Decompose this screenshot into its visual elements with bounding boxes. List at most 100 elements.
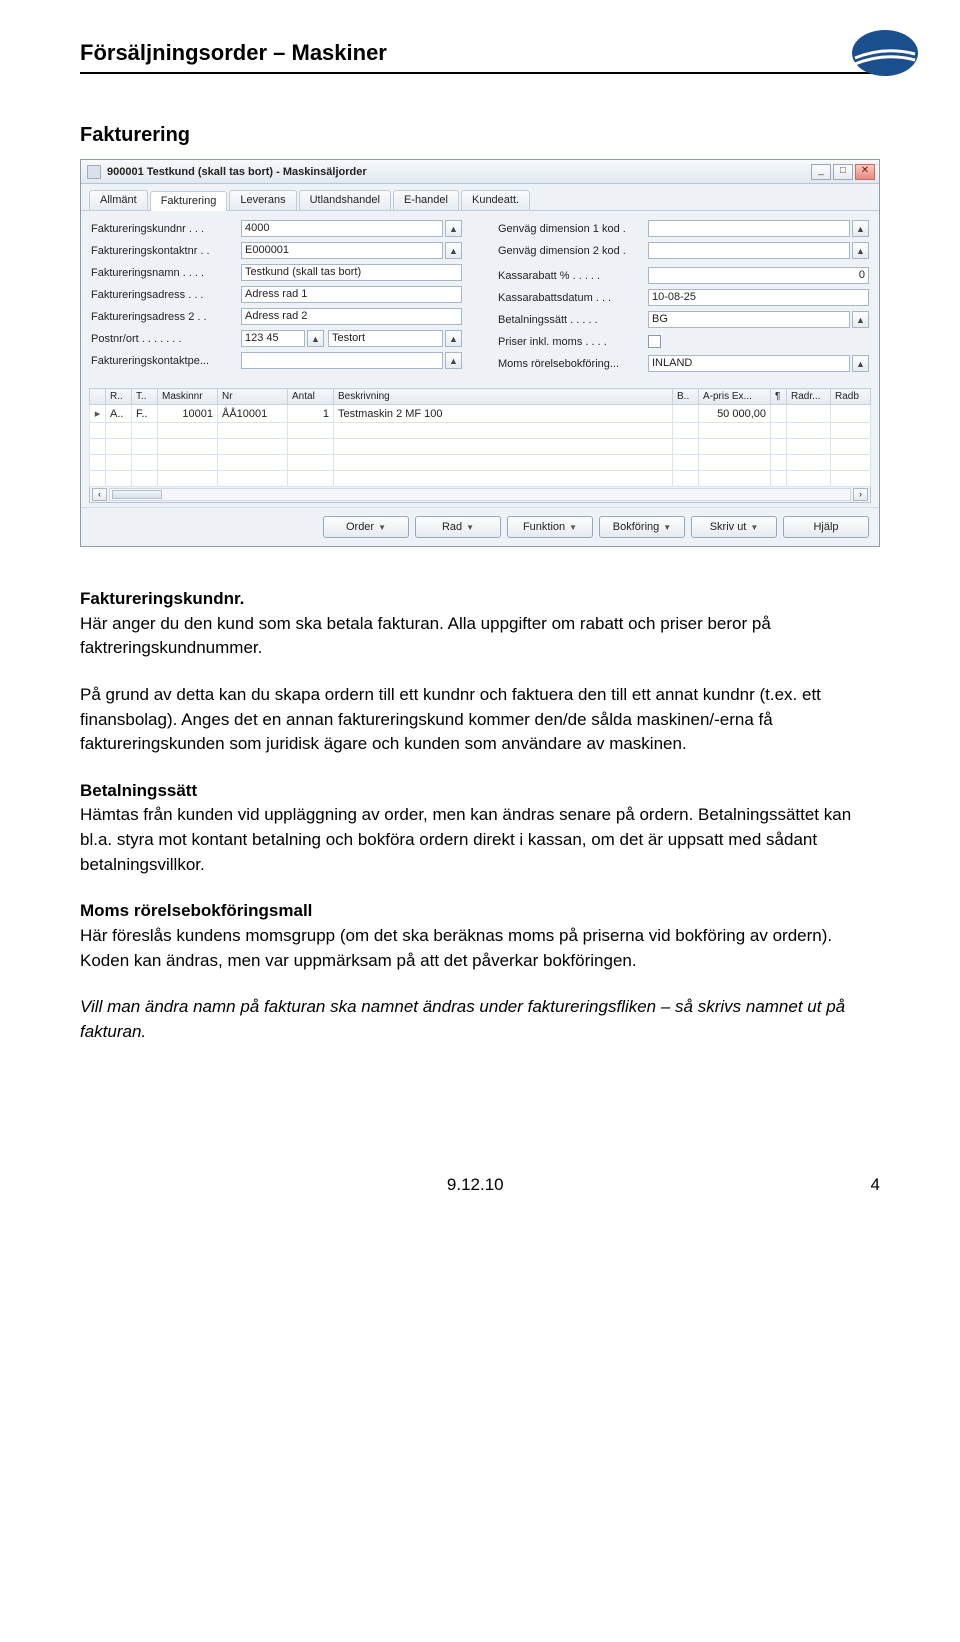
para-body: Hämtas från kunden vid uppläggning av or… [80,805,851,873]
grid-header[interactable]: Radb [831,389,871,405]
cell-beskrivning[interactable]: Testmaskin 2 MF 100 [334,405,673,423]
input-betalningssatt[interactable]: BG [648,311,850,328]
hjalp-button[interactable]: Hjälp [783,516,869,538]
close-button[interactable]: ✕ [855,164,875,180]
tab-fakturering[interactable]: Fakturering [150,191,228,211]
grid-header[interactable]: Radr... [787,389,831,405]
input-faktureringskontaktnr[interactable]: E000001 [241,242,443,259]
button-bar: Order▼ Rad▼ Funktion▼ Bokföring▼ Skriv u… [81,507,879,546]
lookup-button[interactable]: ▲ [852,355,869,372]
lookup-button[interactable]: ▲ [307,330,324,347]
grid-header[interactable]: Nr [218,389,288,405]
cell-b[interactable] [673,405,699,423]
paragraph: Vill man ändra namn på fakturan ska namn… [80,995,880,1044]
label-faktureringsadress: Faktureringsadress . . . [91,289,241,301]
input-dim2[interactable] [648,242,850,259]
para-title-betalningssatt: Betalningssätt [80,779,880,804]
grid-header[interactable]: B.. [673,389,699,405]
input-ort[interactable]: Testort [328,330,443,347]
input-kassarabatt[interactable]: 0 [648,267,869,284]
cell-antal[interactable]: 1 [288,405,334,423]
grid-header[interactable]: Beskrivning [334,389,673,405]
paragraph: Betalningssätt Hämtas från kunden vid up… [80,779,880,878]
chevron-down-icon: ▼ [663,523,671,532]
lookup-button[interactable]: ▲ [445,242,462,259]
lookup-button[interactable]: ▲ [445,330,462,347]
paragraph: Faktureringskundnr. Här anger du den kun… [80,587,880,661]
table-row[interactable] [90,455,871,471]
tab-ehandel[interactable]: E-handel [393,190,459,210]
grid-header[interactable]: Antal [288,389,334,405]
label-faktureringsnamn: Faktureringsnamn . . . . [91,267,241,279]
lookup-button[interactable]: ▲ [852,220,869,237]
form-area: Faktureringskundnr . . . 4000 ▲ Fakturer… [81,211,879,384]
grid-header[interactable]: Maskinnr [158,389,218,405]
checkbox-priser-inkl-moms[interactable] [648,335,661,348]
input-moms-rorelsebokforing[interactable]: INLAND [648,355,850,372]
grid-header[interactable]: R.. [106,389,132,405]
minimize-button[interactable]: _ [811,164,831,180]
scroll-right-icon[interactable]: › [853,488,868,501]
cell-r[interactable]: A.. [106,405,132,423]
scroll-thumb[interactable] [112,490,162,499]
input-faktureringsadress2[interactable]: Adress rad 2 [241,308,462,325]
input-faktureringskundnr[interactable]: 4000 [241,220,443,237]
grid-wrap: R.. T.. Maskinnr Nr Antal Beskrivning B.… [81,384,879,507]
window-titlebar: 900001 Testkund (skall tas bort) - Maski… [81,160,879,184]
table-row[interactable]: ▸ A.. F.. 10001 ÅÅ10001 1 Testmaskin 2 M… [90,405,871,423]
window-title: 900001 Testkund (skall tas bort) - Maski… [107,166,367,178]
input-faktureringskontaktpe[interactable] [241,352,443,369]
lookup-button[interactable]: ▲ [852,242,869,259]
order-lines-grid[interactable]: R.. T.. Maskinnr Nr Antal Beskrivning B.… [89,388,871,487]
funktion-button[interactable]: Funktion▼ [507,516,593,538]
label-betalningssatt: Betalningssätt . . . . . [498,314,648,326]
skrivut-button[interactable]: Skriv ut▼ [691,516,777,538]
page-footer: 9.12.10 4 [80,1175,880,1195]
chevron-down-icon: ▼ [466,523,474,532]
tab-allmant[interactable]: Allmänt [89,190,148,210]
table-row[interactable] [90,439,871,455]
page: Försäljningsorder – Maskiner Fakturering… [0,0,960,1235]
grid-header[interactable]: A-pris Ex... [699,389,771,405]
cell-pilcrow[interactable] [771,405,787,423]
input-kassarabattsdatum[interactable]: 10-08-25 [648,289,869,306]
order-button[interactable]: Order▼ [323,516,409,538]
lookup-button[interactable]: ▲ [852,311,869,328]
tab-leverans[interactable]: Leverans [229,190,296,210]
tab-utlandshandel[interactable]: Utlandshandel [299,190,391,210]
scroll-left-icon[interactable]: ‹ [92,488,107,501]
scroll-track[interactable] [109,488,851,501]
cell-apris[interactable]: 50 000,00 [699,405,771,423]
paragraph: Moms rörelsebokföringsmall Här föreslås … [80,899,880,973]
input-dim1[interactable] [648,220,850,237]
maximize-button[interactable]: □ [833,164,853,180]
grid-header[interactable]: T.. [132,389,158,405]
body-text: Faktureringskundnr. Här anger du den kun… [80,587,880,1045]
rad-button[interactable]: Rad▼ [415,516,501,538]
section-heading: Fakturering [80,124,880,147]
input-postnr[interactable]: 123 45 [241,330,305,347]
label-dim2: Genväg dimension 2 kod . [498,245,648,257]
input-faktureringsadress[interactable]: Adress rad 1 [241,286,462,303]
lookup-button[interactable]: ▲ [445,220,462,237]
grid-header[interactable]: ¶ [771,389,787,405]
chevron-down-icon: ▼ [750,523,758,532]
para-body: Här anger du den kund som ska betala fak… [80,614,771,658]
cell-t[interactable]: F.. [132,405,158,423]
grid-scrollbar[interactable]: ‹ › [89,487,871,503]
lookup-button[interactable]: ▲ [445,352,462,369]
tab-kundeatt[interactable]: Kundeatt. [461,190,530,210]
cell-radb[interactable] [831,405,871,423]
footer-page-number: 4 [871,1175,880,1195]
cell-radr[interactable] [787,405,831,423]
cell-nr[interactable]: ÅÅ10001 [218,405,288,423]
para-italic: Vill man ändra namn på fakturan ska namn… [80,997,845,1041]
bokforing-button[interactable]: Bokföring▼ [599,516,685,538]
input-faktureringsnamn[interactable]: Testkund (skall tas bort) [241,264,462,281]
label-faktureringsadress2: Faktureringsadress 2 . . [91,311,241,323]
grid-header[interactable] [90,389,106,405]
table-row[interactable] [90,423,871,439]
table-row[interactable] [90,471,871,487]
cell-maskinnr[interactable]: 10001 [158,405,218,423]
logo [850,28,920,78]
